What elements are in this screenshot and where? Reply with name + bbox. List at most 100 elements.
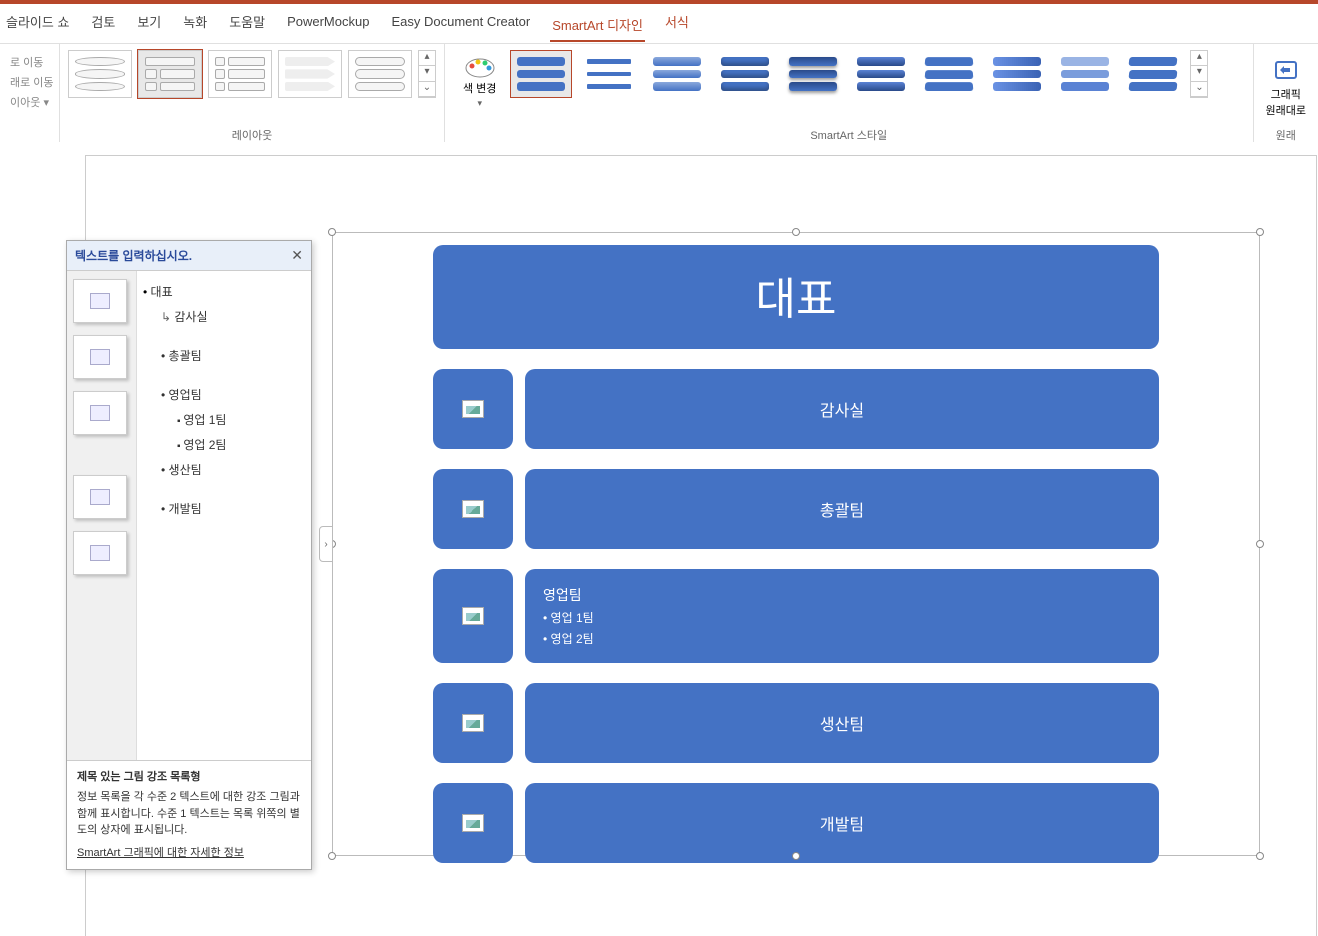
style-option-7[interactable]: [918, 50, 980, 98]
style-option-2[interactable]: [578, 50, 640, 98]
smartart-text[interactable]: 감사실: [525, 369, 1159, 449]
style-option-6[interactable]: [850, 50, 912, 98]
tab-help[interactable]: 도움말: [227, 10, 267, 37]
image-placeholder-icon: [462, 500, 484, 518]
outline-item[interactable]: 총괄팀: [143, 343, 305, 368]
resize-handle[interactable]: [1256, 228, 1264, 236]
image-placeholder-icon: [462, 814, 484, 832]
change-colors-button[interactable]: 색 변경 ▾: [453, 50, 506, 113]
tab-smartart-design[interactable]: SmartArt 디자인: [550, 13, 645, 42]
text-pane-thumb[interactable]: [73, 335, 127, 379]
gallery-more-icon[interactable]: ⌄: [1191, 82, 1207, 97]
text-pane-thumb[interactable]: [73, 475, 127, 519]
layout-option-1[interactable]: [68, 50, 132, 98]
picture-placeholder[interactable]: [433, 683, 513, 763]
style-option-1[interactable]: [510, 50, 572, 98]
style-option-9[interactable]: [1054, 50, 1116, 98]
ribbon-group-reset: 그래픽 원래대로 원래: [1254, 44, 1318, 145]
outline-item[interactable]: 감사실: [143, 304, 305, 329]
outline-item[interactable]: 영업 2팀: [143, 432, 305, 457]
tab-powermockup[interactable]: PowerMockup: [285, 12, 371, 35]
resize-handle[interactable]: [328, 228, 336, 236]
smartart-bounding-box[interactable]: › 대표 감사실총괄팀영업팀영업 1팀영업 2팀생산팀개발팀: [332, 232, 1260, 856]
resize-handle[interactable]: [792, 228, 800, 236]
layout-option-2[interactable]: [138, 50, 202, 98]
image-placeholder-icon: [462, 400, 484, 418]
gallery-up-icon[interactable]: ▴: [419, 51, 435, 66]
outline-item[interactable]: 개발팀: [143, 496, 305, 521]
styles-gallery-spinner[interactable]: ▴ ▾ ⌄: [1190, 50, 1208, 98]
palette-icon: [464, 54, 496, 78]
layout-option-4[interactable]: [278, 50, 342, 98]
gallery-down-icon[interactable]: ▾: [419, 66, 435, 81]
text-pane-thumb[interactable]: [73, 391, 127, 435]
picture-placeholder[interactable]: [433, 783, 513, 863]
slide[interactable]: 텍스트를 입력하십시오. ✕ 대표감사실총괄팀영업팀영업 1팀영업 2팀생산팀개…: [86, 156, 1316, 936]
tab-view[interactable]: 보기: [135, 10, 163, 37]
tab-record[interactable]: 녹화: [181, 10, 209, 37]
resize-handle[interactable]: [328, 852, 336, 860]
style-option-10[interactable]: [1122, 50, 1184, 98]
smartart-text[interactable]: 영업팀영업 1팀영업 2팀: [525, 569, 1159, 663]
text-pane-footer: 제목 있는 그림 강조 목록형 정보 목록을 각 수준 2 텍스트에 대한 강조…: [67, 761, 311, 870]
picture-placeholder[interactable]: [433, 369, 513, 449]
picture-placeholder[interactable]: [433, 569, 513, 663]
tab-easy-document-creator[interactable]: Easy Document Creator: [389, 12, 532, 35]
smartart-row[interactable]: 감사실: [433, 369, 1159, 449]
resize-handle[interactable]: [792, 852, 800, 860]
outline-item[interactable]: 영업팀: [143, 382, 305, 407]
smartart-text[interactable]: 총괄팀: [525, 469, 1159, 549]
ribbon-group-layout: ▴ ▾ ⌄ 레이아웃: [60, 44, 445, 145]
gallery-up-icon[interactable]: ▴: [1191, 51, 1207, 66]
text-pane-thumb[interactable]: [73, 279, 127, 323]
text-pane-title: 텍스트를 입력하십시오.: [75, 247, 192, 264]
tab-review[interactable]: 검토: [89, 10, 117, 37]
action-move-up[interactable]: 로 이동: [10, 54, 49, 70]
style-option-3[interactable]: [646, 50, 708, 98]
tab-format[interactable]: 서식: [663, 10, 691, 37]
text-pane-thumb[interactable]: [73, 531, 127, 575]
close-icon[interactable]: ✕: [291, 247, 303, 264]
reset-graphic-button[interactable]: 그래픽 원래대로: [1262, 50, 1310, 124]
layout-group-label: 레이아웃: [68, 125, 436, 143]
chevron-down-icon: ▾: [477, 98, 482, 109]
smartart-row[interactable]: 개발팀: [433, 783, 1159, 863]
layout-option-3[interactable]: [208, 50, 272, 98]
smartart-row[interactable]: 생산팀: [433, 683, 1159, 763]
smartart-row[interactable]: 영업팀영업 1팀영업 2팀: [433, 569, 1159, 663]
text-pane-outline[interactable]: 대표감사실총괄팀영업팀영업 1팀영업 2팀생산팀개발팀: [137, 271, 311, 760]
gallery-more-icon[interactable]: ⌄: [419, 82, 435, 97]
image-placeholder-icon: [462, 607, 484, 625]
styles-group-label: SmartArt 스타일: [453, 125, 1245, 143]
outline-item[interactable]: 영업 1팀: [143, 407, 305, 432]
smartart-row[interactable]: 총괄팀: [433, 469, 1159, 549]
tab-slideshow[interactable]: 슬라이드 쇼: [4, 10, 71, 37]
style-option-5[interactable]: [782, 50, 844, 98]
text-pane-toggle[interactable]: ›: [319, 526, 333, 562]
resize-handle[interactable]: [1256, 540, 1264, 548]
footer-title: 제목 있는 그림 강조 목록형: [77, 769, 301, 786]
ribbon-group-actions: 로 이동 래로 이동 이아웃 ▾: [0, 44, 60, 145]
style-option-8[interactable]: [986, 50, 1048, 98]
resize-handle[interactable]: [1256, 852, 1264, 860]
layout-gallery: ▴ ▾ ⌄: [68, 50, 436, 98]
smartart-text[interactable]: 생산팀: [525, 683, 1159, 763]
reset-group-label: 원래: [1262, 125, 1310, 143]
action-move-down[interactable]: 래로 이동: [10, 74, 49, 90]
layout-option-5[interactable]: [348, 50, 412, 98]
ribbon-group-styles: 색 변경 ▾: [445, 44, 1254, 145]
outline-item[interactable]: 대표: [143, 279, 305, 304]
action-layout[interactable]: 이아웃 ▾: [10, 94, 49, 110]
learn-more-link[interactable]: SmartArt 그래픽에 대한 자세한 정보: [77, 845, 244, 862]
reset-icon: [1272, 56, 1300, 84]
smartart-text[interactable]: 개발팀: [525, 783, 1159, 863]
picture-placeholder[interactable]: [433, 469, 513, 549]
layout-gallery-spinner[interactable]: ▴ ▾ ⌄: [418, 50, 436, 98]
style-option-4[interactable]: [714, 50, 776, 98]
smartart-title[interactable]: 대표: [433, 245, 1159, 349]
outline-item[interactable]: 생산팀: [143, 457, 305, 482]
footer-desc: 정보 목록을 각 수준 2 텍스트에 대한 강조 그림과 함께 표시합니다. 수…: [77, 789, 301, 839]
smartart-sub-item: 영업 1팀: [543, 609, 594, 626]
text-pane-thumbs: [67, 271, 137, 760]
gallery-down-icon[interactable]: ▾: [1191, 66, 1207, 81]
